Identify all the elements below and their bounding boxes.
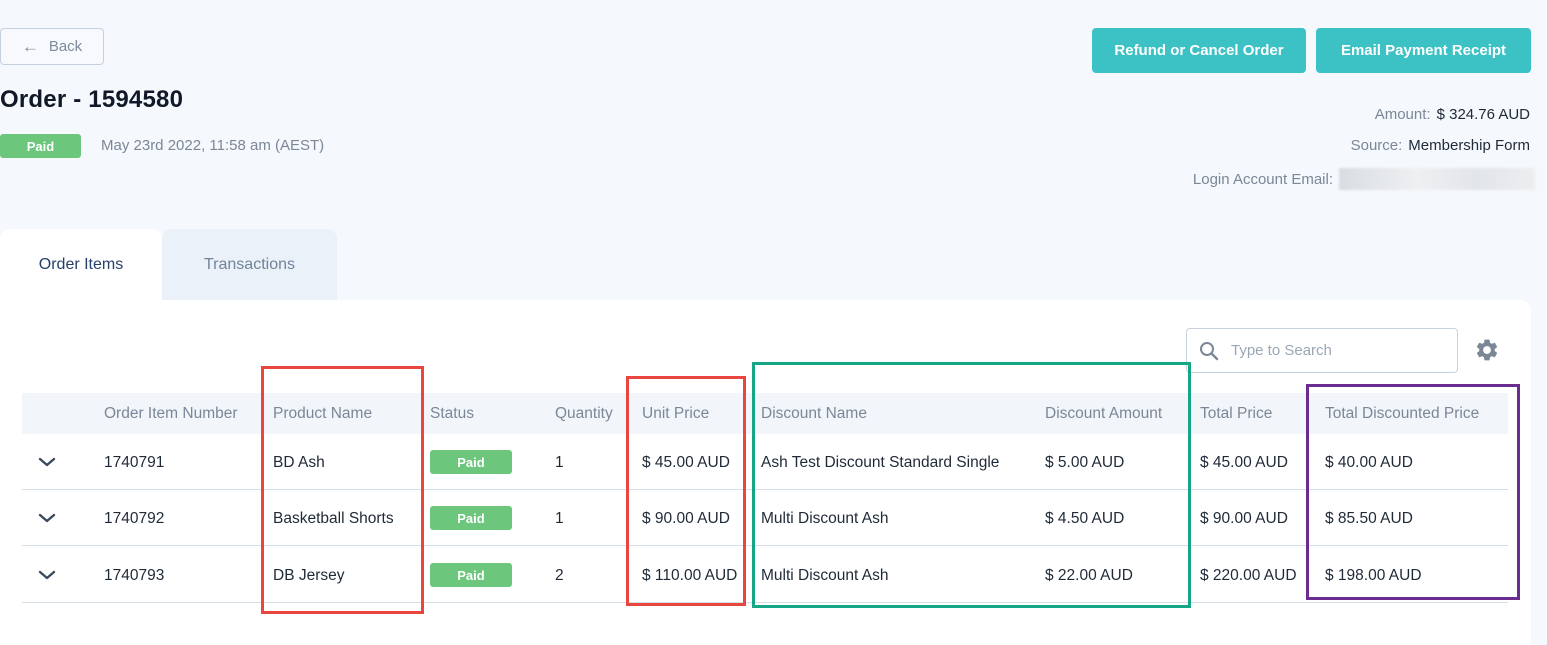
table-cell: 2 <box>555 567 564 584</box>
column-header[interactable]: Total Discounted Price <box>1325 405 1479 423</box>
source-label: Source: <box>1350 137 1403 154</box>
table-cell: DB Jersey <box>273 567 345 584</box>
back-button[interactable]: ← Back <box>0 28 104 65</box>
gear-icon[interactable] <box>1474 337 1500 363</box>
column-header[interactable]: Product Name <box>273 405 372 423</box>
table-cell: Ash Test Discount Standard Single <box>761 454 1000 471</box>
table-cell: $ 90.00 AUD <box>642 510 730 527</box>
page-title: Order - 1594580 <box>0 86 184 113</box>
table-cell: 1 <box>555 454 564 471</box>
table-cell: $ 5.00 AUD <box>1045 454 1125 471</box>
column-header[interactable]: Discount Name <box>761 405 867 423</box>
status-badge: Paid <box>430 563 512 587</box>
tab-order-items[interactable]: Order Items <box>0 229 162 301</box>
row-divider <box>22 545 1508 546</box>
search-box[interactable] <box>1186 328 1458 373</box>
table-cell: $ 198.00 AUD <box>1325 567 1422 584</box>
column-header[interactable]: Quantity <box>555 405 613 423</box>
table-cell: $ 110.00 AUD <box>642 567 738 584</box>
login-email-label: Login Account Email: <box>1192 170 1333 188</box>
table-cell: $ 4.50 AUD <box>1045 510 1125 527</box>
table-cell: BD Ash <box>273 454 325 471</box>
chevron-down-icon[interactable] <box>38 512 56 524</box>
table-cell: $ 85.50 AUD <box>1325 510 1413 527</box>
column-header[interactable]: Order Item Number <box>104 405 238 423</box>
table-cell: 1 <box>555 510 564 527</box>
table-cell: 1740793 <box>104 567 165 584</box>
source-value: Membership Form <box>1408 137 1530 154</box>
table-cell: 1740791 <box>104 454 165 471</box>
status-badge: Paid <box>430 450 512 474</box>
table-cell: Multi Discount Ash <box>761 510 889 527</box>
table-cell: $ 45.00 AUD <box>1200 454 1288 471</box>
source-row: Source: Membership Form <box>1351 137 1530 154</box>
table-cell: $ 90.00 AUD <box>1200 510 1288 527</box>
status-badge: Paid <box>430 506 512 530</box>
order-date: May 23rd 2022, 11:58 am (AEST) <box>101 137 325 154</box>
arrow-left-icon: ← <box>21 36 39 56</box>
table-cell: 1740792 <box>104 510 165 527</box>
email-receipt-button[interactable]: Email Payment Receipt <box>1316 28 1531 73</box>
column-header[interactable]: Total Price <box>1200 405 1272 423</box>
search-icon <box>1200 341 1219 360</box>
table-cell: Multi Discount Ash <box>761 567 889 584</box>
table-cell: Basketball Shorts <box>273 510 394 527</box>
chevron-down-icon[interactable] <box>38 456 56 468</box>
status-badge: Paid <box>0 134 81 158</box>
amount-label: Amount: <box>1374 106 1431 123</box>
chevron-down-icon[interactable] <box>38 569 56 581</box>
refund-cancel-button[interactable]: Refund or Cancel Order <box>1092 28 1306 73</box>
back-label: Back <box>48 38 83 55</box>
table-cell: $ 22.00 AUD <box>1045 567 1133 584</box>
redacted-email <box>1339 168 1535 190</box>
amount-row: Amount: $ 324.76 AUD <box>1375 106 1530 123</box>
table-cell: $ 220.00 AUD <box>1200 567 1297 584</box>
row-divider <box>22 489 1508 490</box>
column-header[interactable]: Status <box>430 405 474 423</box>
tab-transactions[interactable]: Transactions <box>162 229 337 301</box>
search-input[interactable] <box>1231 342 1431 359</box>
amount-value: $ 324.76 AUD <box>1436 106 1530 123</box>
column-header[interactable]: Discount Amount <box>1045 405 1162 423</box>
table-cell: $ 40.00 AUD <box>1325 454 1413 471</box>
column-header[interactable]: Unit Price <box>642 405 709 423</box>
table-cell: $ 45.00 AUD <box>642 454 730 471</box>
login-email-row: Login Account Email: <box>1193 168 1535 190</box>
row-divider <box>22 602 1508 603</box>
